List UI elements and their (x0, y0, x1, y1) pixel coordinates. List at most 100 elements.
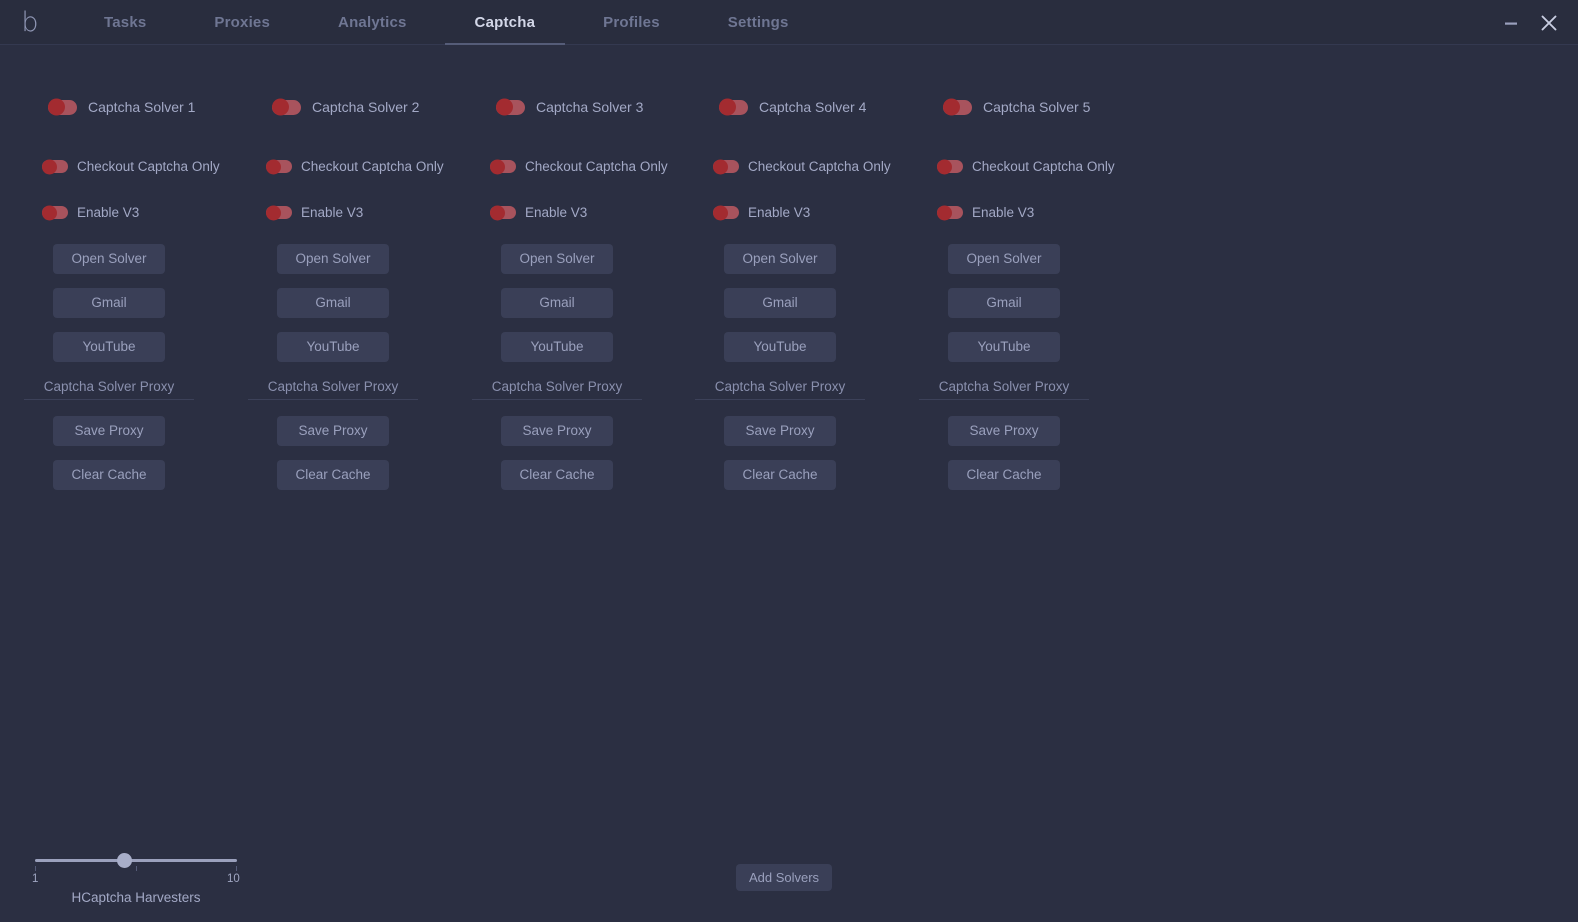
slider-max-label: 10 (227, 873, 240, 885)
checkout-captcha-only-label: Checkout Captcha Only (301, 159, 444, 174)
gmail-button[interactable]: Gmail (277, 288, 389, 318)
captcha-solver-proxy-input[interactable] (919, 377, 1089, 400)
gmail-button[interactable]: Gmail (53, 288, 165, 318)
solver-enable-row: Captcha Solver 2 (272, 99, 419, 115)
slider-handle[interactable] (117, 853, 132, 868)
toggle-knob (266, 205, 281, 220)
open-solver-button[interactable]: Open Solver (53, 244, 165, 274)
close-button[interactable] (1536, 10, 1562, 36)
tab-tasks[interactable]: Tasks (70, 0, 180, 45)
solver-title: Captcha Solver 1 (88, 99, 195, 115)
enable-v3-label: Enable V3 (748, 205, 810, 220)
checkout-captcha-only-row: Checkout Captcha Only (266, 159, 444, 174)
toggle-knob (266, 159, 281, 174)
solver-enable-toggle[interactable] (272, 100, 301, 115)
add-solvers-button[interactable]: Add Solvers (736, 864, 832, 891)
save-proxy-button[interactable]: Save Proxy (501, 416, 613, 446)
youtube-button[interactable]: YouTube (948, 332, 1060, 362)
youtube-button[interactable]: YouTube (724, 332, 836, 362)
tab-proxies[interactable]: Proxies (180, 0, 304, 45)
captcha-solver-proxy-field (248, 377, 418, 400)
solver-enable-toggle[interactable] (943, 100, 972, 115)
enable-v3-toggle[interactable] (490, 206, 516, 219)
enable-v3-label: Enable V3 (972, 205, 1034, 220)
slider-tick-min (35, 866, 36, 871)
enable-v3-row: Enable V3 (713, 205, 810, 220)
tab-analytics[interactable]: Analytics (304, 0, 441, 45)
save-proxy-button[interactable]: Save Proxy (53, 416, 165, 446)
clear-cache-button[interactable]: Clear Cache (277, 460, 389, 490)
slider-caption: HCaptcha Harvesters (26, 890, 246, 905)
enable-v3-label: Enable V3 (525, 205, 587, 220)
captcha-solver-proxy-input[interactable] (472, 377, 642, 400)
open-solver-button[interactable]: Open Solver (948, 244, 1060, 274)
toggle-knob (937, 205, 952, 220)
open-solver-button[interactable]: Open Solver (277, 244, 389, 274)
checkout-captcha-only-row: Checkout Captcha Only (42, 159, 220, 174)
toggle-knob (42, 205, 57, 220)
enable-v3-row: Enable V3 (42, 205, 139, 220)
solver-enable-toggle[interactable] (719, 100, 748, 115)
clear-cache-button[interactable]: Clear Cache (53, 460, 165, 490)
toggle-knob (272, 99, 289, 116)
checkout-captcha-only-label: Checkout Captcha Only (525, 159, 668, 174)
checkout-captcha-only-toggle[interactable] (266, 160, 292, 173)
enable-v3-toggle[interactable] (266, 206, 292, 219)
minimize-button[interactable] (1498, 10, 1524, 36)
save-proxy-button[interactable]: Save Proxy (948, 416, 1060, 446)
toggle-knob (943, 99, 960, 116)
toggle-knob (713, 159, 728, 174)
toggle-knob (490, 159, 505, 174)
captcha-solver-proxy-input[interactable] (24, 377, 194, 400)
enable-v3-row: Enable V3 (266, 205, 363, 220)
checkout-captcha-only-row: Checkout Captcha Only (490, 159, 668, 174)
checkout-captcha-only-label: Checkout Captcha Only (972, 159, 1115, 174)
tab-settings[interactable]: Settings (694, 0, 823, 45)
checkout-captcha-only-toggle[interactable] (490, 160, 516, 173)
open-solver-button[interactable]: Open Solver (501, 244, 613, 274)
youtube-button[interactable]: YouTube (277, 332, 389, 362)
clear-cache-button[interactable]: Clear Cache (948, 460, 1060, 490)
youtube-button[interactable]: YouTube (53, 332, 165, 362)
slider-tick-mid (136, 866, 137, 871)
save-proxy-button[interactable]: Save Proxy (724, 416, 836, 446)
solver-enable-row: Captcha Solver 5 (943, 99, 1090, 115)
captcha-solver-proxy-input[interactable] (695, 377, 865, 400)
enable-v3-toggle[interactable] (937, 206, 963, 219)
slider-track[interactable] (35, 859, 237, 862)
solver-title: Captcha Solver 3 (536, 99, 643, 115)
enable-v3-toggle[interactable] (42, 206, 68, 219)
enable-v3-label: Enable V3 (77, 205, 139, 220)
hcaptcha-harvesters-slider[interactable]: 1 10 HCaptcha Harvesters (26, 846, 246, 908)
open-solver-button[interactable]: Open Solver (724, 244, 836, 274)
gmail-button[interactable]: Gmail (501, 288, 613, 318)
captcha-solver-proxy-field (24, 377, 194, 400)
checkout-captcha-only-toggle[interactable] (713, 160, 739, 173)
checkout-captcha-only-toggle[interactable] (937, 160, 963, 173)
enable-v3-label: Enable V3 (301, 205, 363, 220)
enable-v3-toggle[interactable] (713, 206, 739, 219)
captcha-solver-proxy-field (919, 377, 1089, 400)
captcha-solver-proxy-field (472, 377, 642, 400)
tab-profiles[interactable]: Profiles (569, 0, 694, 45)
solver-enable-toggle[interactable] (48, 100, 77, 115)
toggle-knob (719, 99, 736, 116)
solver-enable-row: Captcha Solver 3 (496, 99, 643, 115)
solver-enable-toggle[interactable] (496, 100, 525, 115)
captcha-solver-columns: Captcha Solver 1 Checkout Captcha Only Ena… (0, 45, 1578, 922)
captcha-solver-proxy-input[interactable] (248, 377, 418, 400)
gmail-button[interactable]: Gmail (948, 288, 1060, 318)
tab-captcha[interactable]: Captcha (441, 0, 570, 45)
checkout-captcha-only-toggle[interactable] (42, 160, 68, 173)
solver-enable-row: Captcha Solver 1 (48, 99, 195, 115)
toggle-knob (713, 205, 728, 220)
save-proxy-button[interactable]: Save Proxy (277, 416, 389, 446)
checkout-captcha-only-label: Checkout Captcha Only (748, 159, 891, 174)
clear-cache-button[interactable]: Clear Cache (501, 460, 613, 490)
toggle-knob (48, 99, 65, 116)
enable-v3-row: Enable V3 (937, 205, 1034, 220)
gmail-button[interactable]: Gmail (724, 288, 836, 318)
solver-title: Captcha Solver 5 (983, 99, 1090, 115)
clear-cache-button[interactable]: Clear Cache (724, 460, 836, 490)
youtube-button[interactable]: YouTube (501, 332, 613, 362)
